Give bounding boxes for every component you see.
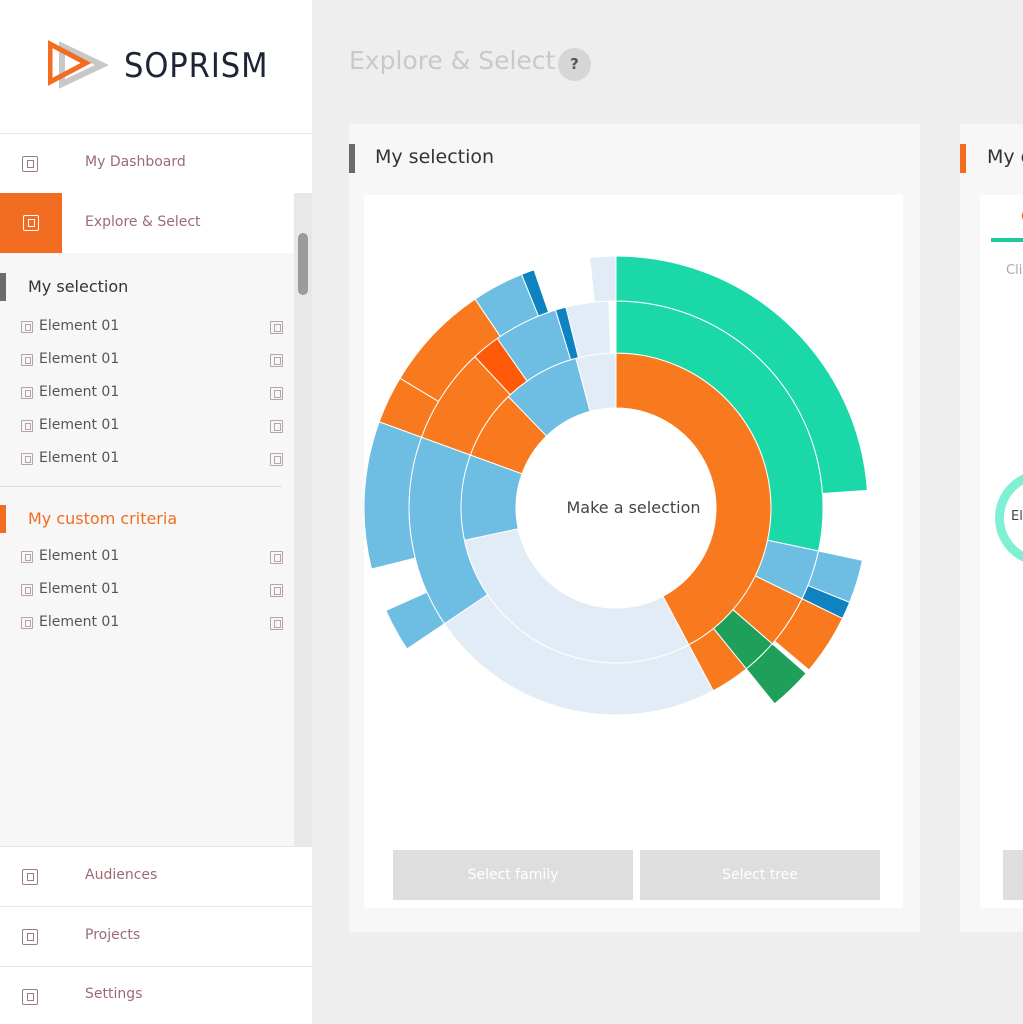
explore-subpanel: My selection Element 01 Element 01 Element…	[0, 253, 294, 846]
hint-text: Cli	[1006, 263, 1023, 278]
list-item[interactable]: Element 01	[0, 382, 294, 404]
element-action-icon[interactable]	[270, 321, 283, 334]
nav-audiences[interactable]: Audiences	[0, 846, 312, 906]
element-action-icon[interactable]	[270, 387, 283, 400]
my-selection-header: My selection	[0, 273, 294, 301]
card-title: My c	[987, 146, 1023, 168]
element-icon	[21, 453, 33, 465]
audiences-icon	[22, 869, 38, 885]
list-item[interactable]: Element 01	[0, 349, 294, 371]
element-icon	[21, 617, 33, 629]
help-button[interactable]: ?	[558, 48, 591, 81]
list-item[interactable]: Element 01	[0, 612, 294, 634]
dashboard-icon	[22, 156, 38, 172]
sidebar: SOPRISM My Dashboard Explore & Select My…	[0, 0, 312, 1024]
center-label: Make a selection	[566, 498, 701, 517]
sunburst-panel: Make a selection	[363, 195, 903, 908]
page-title: Explore & Select	[349, 46, 556, 75]
element-action-icon[interactable]	[270, 453, 283, 466]
explore-icon	[23, 215, 39, 231]
nav-label: Audiences	[85, 867, 158, 883]
element-action-icon[interactable]	[270, 617, 283, 630]
card-marker	[349, 144, 355, 173]
list-item[interactable]: Element 01	[0, 579, 294, 601]
element-icon	[21, 387, 33, 399]
active-tile	[0, 193, 62, 260]
section-divider	[0, 486, 282, 487]
nav-label: Explore & Select	[85, 214, 201, 230]
element-action-icon[interactable]	[270, 584, 283, 597]
element-label: Element 01	[39, 417, 120, 433]
nav-my-dashboard[interactable]: My Dashboard	[0, 133, 312, 193]
my-selection-card: My selection Make a selection Select fam…	[349, 124, 920, 932]
element-label: Element 01	[39, 384, 120, 400]
nav-label: Projects	[85, 927, 141, 943]
element-icon	[21, 584, 33, 596]
element-action-icon[interactable]	[270, 354, 283, 367]
select-family-button[interactable]: Select family	[393, 850, 633, 900]
custom-criteria-header: My custom criteria	[0, 505, 294, 533]
brand-name: SOPRISM	[124, 46, 269, 86]
element-label: Element 01	[39, 318, 120, 334]
tab-active[interactable]: C	[991, 195, 1023, 242]
soprism-logo[interactable]: SOPRISM	[47, 39, 278, 90]
section-marker	[0, 273, 6, 301]
element-label: Element 01	[39, 450, 120, 466]
nav-settings[interactable]: Settings	[0, 966, 312, 1024]
sidebar-scroll-thumb[interactable]	[298, 233, 308, 295]
select-tree-button[interactable]: Select tree	[640, 850, 880, 900]
second-card: My c C Cli El	[960, 124, 1023, 932]
element-action-icon[interactable]	[270, 551, 283, 564]
list-item[interactable]: Element 01	[0, 316, 294, 338]
card-marker	[960, 144, 966, 173]
element-icon	[21, 551, 33, 563]
projects-icon	[22, 929, 38, 945]
section-marker	[0, 505, 6, 533]
settings-icon	[22, 989, 38, 1005]
ring-label: El	[1011, 509, 1023, 524]
element-label: Element 01	[39, 581, 120, 597]
nav-explore-select[interactable]: Explore & Select	[0, 193, 312, 260]
nav-label: My Dashboard	[85, 154, 186, 170]
element-label: Element 01	[39, 548, 120, 564]
card2-button[interactable]	[1003, 850, 1023, 900]
list-item[interactable]: Element 01	[0, 415, 294, 437]
nav-projects[interactable]: Projects	[0, 906, 312, 966]
list-item[interactable]: Element 01	[0, 546, 294, 568]
logo-triangle-icon	[47, 39, 109, 89]
section-title: My selection	[28, 277, 129, 296]
element-icon	[21, 321, 33, 333]
list-item[interactable]: Element 01	[0, 448, 294, 470]
element-icon	[21, 420, 33, 432]
section-title: My custom criteria	[28, 509, 178, 528]
element-action-icon[interactable]	[270, 420, 283, 433]
element-icon	[21, 354, 33, 366]
element-label: Element 01	[39, 351, 120, 367]
card-title: My selection	[375, 146, 495, 168]
sunburst-segment[interactable]	[589, 255, 617, 303]
sunburst-chart[interactable]	[363, 195, 903, 908]
element-label: Element 01	[39, 614, 120, 630]
nav-label: Settings	[85, 986, 143, 1002]
